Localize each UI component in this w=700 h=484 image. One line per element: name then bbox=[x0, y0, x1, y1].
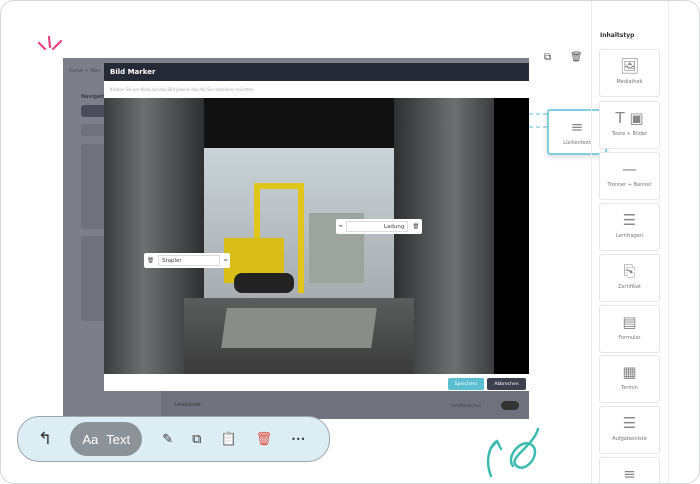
forklift-image[interactable]: 🗑 Stapler ═ ═ Ladung 🗑 bbox=[104, 98, 529, 374]
tile-mediathek[interactable]: 🖼 Mediathek bbox=[599, 49, 660, 97]
text-label: Text bbox=[106, 431, 131, 447]
content-type-sidebar: Inhaltstyp 🖼 Mediathek T ▣ Texte + Bilder … bbox=[591, 1, 669, 483]
pencil-icon[interactable]: ✎ bbox=[162, 432, 173, 447]
image-gallery-icon: 🖼 bbox=[619, 57, 640, 75]
checklist-icon: ☰ bbox=[622, 414, 637, 432]
publish-toggle[interactable] bbox=[501, 401, 519, 410]
modal-subtitle: Klicken Sie per Klick auf das Bild jewei… bbox=[110, 87, 255, 92]
marker-delete-icon[interactable]: 🗑 bbox=[412, 224, 419, 230]
trash-icon[interactable]: 🗑 bbox=[256, 432, 273, 447]
more-icon[interactable]: ••• bbox=[291, 435, 305, 444]
cancel-button[interactable]: Abbrechen bbox=[487, 378, 526, 390]
certificate-icon: ⎘ bbox=[623, 262, 636, 280]
tile-zertifikat[interactable]: ⎘ Zertifikat bbox=[599, 254, 660, 302]
back-arrow-icon[interactable]: ↰ bbox=[38, 429, 52, 449]
clipboard-icon[interactable]: 📋 bbox=[220, 432, 236, 447]
screen: Kurse > Neu Navigation Inhaltsblatt Verö… bbox=[0, 0, 700, 484]
sparkle-icon bbox=[37, 35, 63, 51]
calendar-icon: ▦ bbox=[622, 363, 637, 381]
tile-lernfragen[interactable]: ☰ Lernfragen bbox=[599, 203, 660, 251]
tile-texte-bilder[interactable]: T ▣ Texte + Bilder bbox=[599, 101, 660, 149]
copy-icon[interactable]: ⧉ bbox=[192, 432, 201, 447]
text-lines-icon: ≡ bbox=[623, 465, 636, 483]
marker-handle-icon[interactable]: ═ bbox=[224, 258, 227, 264]
marker-input[interactable]: Ladung bbox=[346, 221, 409, 232]
image-marker-modal: Bild Marker Klicken Sie per Klick auf da… bbox=[104, 63, 529, 391]
text-image-icon: T ▣ bbox=[615, 109, 644, 127]
trash-icon[interactable]: 🗑 bbox=[570, 52, 583, 63]
swirl-icon bbox=[486, 427, 540, 478]
item-label: Inhaltsblatt bbox=[175, 403, 201, 408]
breadcrumb[interactable]: Kurse > Neu bbox=[69, 68, 100, 74]
tile-trenner-banner[interactable]: — Trenner + Banner bbox=[599, 152, 660, 200]
marker-delete-icon[interactable]: 🗑 bbox=[147, 258, 154, 264]
copy-icon[interactable]: ⧉ bbox=[544, 52, 551, 63]
drop-guide bbox=[529, 113, 547, 128]
sidebar-title: Inhaltstyp bbox=[600, 32, 635, 39]
content-row: Inhaltsblatt Veröffentlichen bbox=[161, 391, 529, 419]
marker-ladung[interactable]: ═ Ladung 🗑 bbox=[336, 219, 423, 234]
list-icon: ☰ bbox=[622, 211, 637, 229]
tile-aufgabenliste[interactable]: ☰ Aufgabenliste bbox=[599, 406, 660, 454]
toggle-label: Veröffentlichen bbox=[451, 403, 482, 408]
marker-stapler[interactable]: 🗑 Stapler ═ bbox=[144, 253, 231, 268]
divider-icon: — bbox=[622, 160, 637, 178]
marker-input[interactable]: Stapler bbox=[157, 255, 220, 266]
aa-label: Aa bbox=[82, 431, 99, 447]
tile-termin[interactable]: ▦ Termin bbox=[599, 355, 660, 403]
modal-title: Bild Marker bbox=[104, 63, 529, 81]
floating-toolbar: ↰ Aa Text ✎ ⧉ 📋 🗑 ••• bbox=[17, 416, 330, 462]
tile-formular[interactable]: ▤ Formular bbox=[599, 305, 660, 353]
save-button[interactable]: Speichern bbox=[448, 378, 484, 390]
tile-more[interactable]: ≡ bbox=[599, 457, 660, 483]
form-icon: ▤ bbox=[622, 313, 637, 331]
marker-handle-icon[interactable]: ═ bbox=[339, 224, 342, 230]
text-style-button[interactable]: Aa Text bbox=[70, 422, 143, 456]
